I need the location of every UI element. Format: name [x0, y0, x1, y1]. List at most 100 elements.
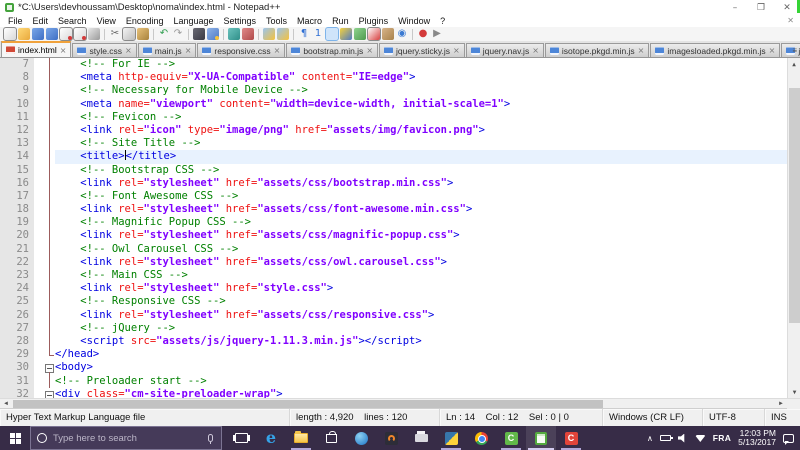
fold-marker-line[interactable] — [43, 190, 55, 203]
tab-jquery.magnific-popup.min.js[interactable]: jquery.magnific-popup.min.js× — [781, 43, 800, 57]
taskbar-app-chrome[interactable] — [466, 426, 496, 450]
print-icon[interactable] — [88, 28, 100, 40]
menubar-close-doc-icon[interactable]: ✕ — [787, 16, 794, 25]
scroll-left-icon[interactable]: ◄ — [0, 401, 12, 407]
find-icon[interactable] — [193, 28, 205, 40]
fold-marker-line[interactable] — [43, 335, 55, 348]
tab-bootstrap.min.js[interactable]: bootstrap.min.js× — [286, 43, 378, 57]
tab-close-icon[interactable]: × — [185, 46, 192, 55]
taskbar-app-globe[interactable] — [346, 426, 376, 450]
volume-icon[interactable] — [678, 434, 688, 443]
open-folder-icon[interactable] — [18, 28, 30, 40]
copy-icon[interactable] — [123, 28, 135, 40]
menu-item-tools[interactable]: Tools — [261, 16, 292, 26]
doc-map-icon[interactable] — [340, 28, 352, 40]
menu-item-language[interactable]: Language — [168, 16, 218, 26]
save-all-icon[interactable] — [46, 28, 58, 40]
taskbar-app-camtasia[interactable]: C — [496, 426, 526, 450]
menu-item-macro[interactable]: Macro — [292, 16, 327, 26]
show-all-chars-icon[interactable]: ¶ — [298, 28, 310, 40]
minimize-button[interactable]: – — [722, 0, 748, 15]
folder-as-workspace-icon[interactable] — [382, 28, 394, 40]
battery-icon[interactable] — [660, 435, 671, 441]
taskbar-app-store[interactable] — [316, 426, 346, 450]
menu-item-search[interactable]: Search — [53, 16, 92, 26]
taskbar-app-printer[interactable] — [406, 426, 436, 450]
fold-marker-line[interactable] — [43, 375, 55, 388]
microphone-icon[interactable] — [208, 434, 213, 442]
fold-marker-line[interactable] — [43, 229, 55, 242]
taskbar-app-task-view[interactable] — [226, 426, 256, 450]
replace-icon[interactable] — [207, 28, 219, 40]
status-encoding[interactable]: UTF-8 — [702, 409, 764, 426]
menu-item-encoding[interactable]: Encoding — [121, 16, 169, 26]
tab-close-icon[interactable]: × — [60, 46, 67, 55]
close-doc-icon[interactable] — [60, 28, 72, 40]
taskbar-app-notepad[interactable] — [526, 426, 556, 450]
menu-item-plugins[interactable]: Plugins — [354, 16, 394, 26]
fold-marker-line[interactable] — [43, 58, 55, 71]
menu-item-run[interactable]: Run — [327, 16, 354, 26]
doc-switcher-icon[interactable] — [368, 28, 380, 40]
fold-marker-line[interactable] — [43, 111, 55, 124]
zoom-in-icon[interactable] — [228, 28, 240, 40]
fold-marker-line[interactable] — [43, 150, 55, 163]
fold-marker-line[interactable] — [43, 269, 55, 282]
scroll-right-icon[interactable]: ► — [775, 401, 787, 407]
fold-marker-line[interactable] — [43, 98, 55, 111]
tab-close-icon[interactable]: × — [366, 46, 373, 55]
close-all-docs-icon[interactable] — [74, 28, 86, 40]
fold-marker-corner[interactable] — [43, 348, 55, 361]
tray-overflow-chevron-icon[interactable]: ∧ — [647, 434, 653, 443]
vertical-scroll-thumb[interactable] — [789, 88, 800, 323]
tab-isotope.pkgd.min.js[interactable]: isotope.pkgd.min.js× — [545, 43, 649, 57]
menu-item-file[interactable]: File — [3, 16, 28, 26]
menu-item-help[interactable]: ? — [435, 16, 450, 26]
taskbar-app-edge[interactable]: e — [256, 426, 286, 450]
taskbar-app-sublime[interactable] — [376, 426, 406, 450]
taskbar-clock[interactable]: 12:03 PM 5/13/2017 — [738, 429, 776, 448]
tab-imagesloaded.pkgd.min.js[interactable]: imagesloaded.pkgd.min.js× — [650, 43, 780, 57]
tab-style.css[interactable]: style.css× — [72, 43, 136, 57]
tab-responsive.css[interactable]: responsive.css× — [197, 43, 285, 57]
menu-item-view[interactable]: View — [92, 16, 121, 26]
tab-jquery.sticky.js[interactable]: jquery.sticky.js× — [379, 43, 465, 57]
fold-margin[interactable] — [43, 58, 55, 398]
save-icon[interactable] — [32, 28, 44, 40]
function-list-icon[interactable] — [354, 28, 366, 40]
cut-icon[interactable]: ✂ — [109, 28, 121, 40]
fold-marker-line[interactable] — [43, 164, 55, 177]
horizontal-scroll-thumb[interactable] — [13, 400, 603, 408]
fold-marker-line[interactable] — [43, 177, 55, 190]
fold-marker-line[interactable] — [43, 216, 55, 229]
fold-marker-line[interactable] — [43, 84, 55, 97]
paste-icon[interactable] — [137, 28, 149, 40]
tab-close-icon[interactable]: × — [769, 46, 776, 55]
fold-marker-line[interactable] — [43, 309, 55, 322]
menu-item-edit[interactable]: Edit — [28, 16, 54, 26]
menu-item-settings[interactable]: Settings — [219, 16, 262, 26]
record-macro-icon[interactable]: ● — [417, 28, 429, 40]
fold-marker-box[interactable] — [43, 388, 55, 398]
tab-main.js[interactable]: main.js× — [138, 43, 197, 57]
language-indicator[interactable]: FRA — [713, 433, 731, 443]
tab-jquery.nav.js[interactable]: jquery.nav.js× — [466, 43, 544, 57]
taskbar-search-input[interactable]: Type here to search — [30, 426, 222, 450]
horizontal-scrollbar[interactable]: ◄ ► — [0, 398, 800, 408]
bookmark-margin[interactable] — [34, 58, 43, 398]
status-eol-format[interactable]: Windows (CR LF) — [602, 409, 702, 426]
sync-vertical-icon[interactable] — [263, 28, 275, 40]
fold-marker-line[interactable] — [43, 295, 55, 308]
tab-close-icon[interactable]: × — [274, 46, 281, 55]
fold-marker-line[interactable] — [43, 124, 55, 137]
undo-icon[interactable]: ↶ — [158, 28, 170, 40]
tab-close-icon[interactable]: × — [638, 46, 645, 55]
fold-marker-line[interactable] — [43, 137, 55, 150]
tab-close-icon[interactable]: × — [532, 46, 539, 55]
start-button[interactable] — [0, 426, 30, 450]
scroll-up-icon[interactable]: ▲ — [788, 58, 800, 70]
tab-close-icon[interactable]: × — [125, 46, 132, 55]
fold-marker-line[interactable] — [43, 256, 55, 269]
wifi-icon[interactable] — [695, 434, 706, 442]
code-text-area[interactable]: <!-- For IE --> <meta http-equiv="X-UA-C… — [55, 58, 787, 398]
